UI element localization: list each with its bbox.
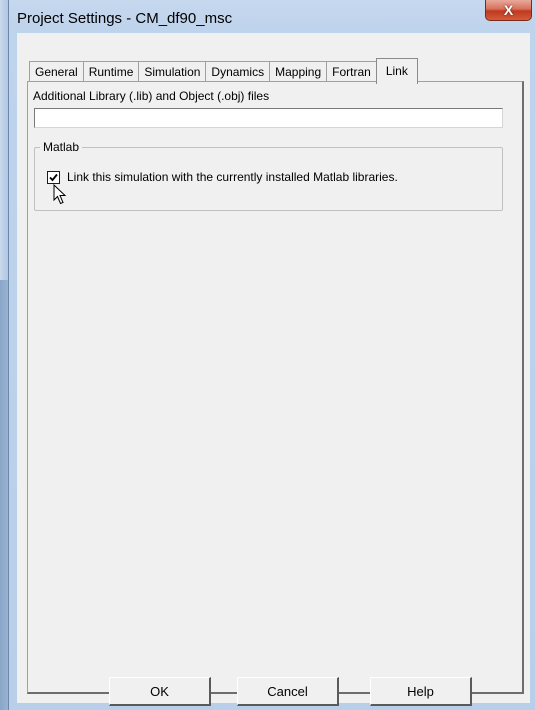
dialog-client-area: General Runtime Simulation Dynamics Mapp…	[17, 33, 530, 703]
matlab-groupbox: Matlab Link this simulation with the cur…	[34, 140, 503, 211]
matlab-group-title: Matlab	[40, 140, 83, 154]
tab-dynamics[interactable]: Dynamics	[205, 61, 271, 83]
tab-fortran[interactable]: Fortran	[326, 61, 377, 83]
matlab-link-label[interactable]: Link this simulation with the currently …	[67, 170, 398, 184]
close-icon: X	[503, 2, 514, 18]
close-button[interactable]: X	[485, 0, 532, 21]
window-title: Project Settings - CM_df90_msc	[17, 10, 233, 27]
tab-link[interactable]: Link	[375, 58, 418, 84]
mouse-pointer-icon	[53, 184, 67, 205]
cancel-button[interactable]: Cancel	[237, 677, 339, 706]
tab-mapping[interactable]: Mapping	[269, 61, 328, 83]
tab-strip: General Runtime Simulation Dynamics Mapp…	[29, 58, 418, 84]
tab-runtime[interactable]: Runtime	[82, 61, 140, 83]
link-tab-panel: Additional Library (.lib) and Object (.o…	[27, 81, 524, 694]
checkmark-icon	[49, 173, 58, 182]
help-button[interactable]: Help	[370, 677, 472, 706]
tab-general[interactable]: General	[29, 61, 84, 83]
matlab-link-checkbox[interactable]	[47, 171, 60, 184]
tab-simulation[interactable]: Simulation	[138, 61, 207, 83]
ok-button[interactable]: OK	[109, 677, 211, 706]
library-files-label: Additional Library (.lib) and Object (.o…	[33, 89, 270, 103]
library-files-input[interactable]	[34, 108, 503, 128]
